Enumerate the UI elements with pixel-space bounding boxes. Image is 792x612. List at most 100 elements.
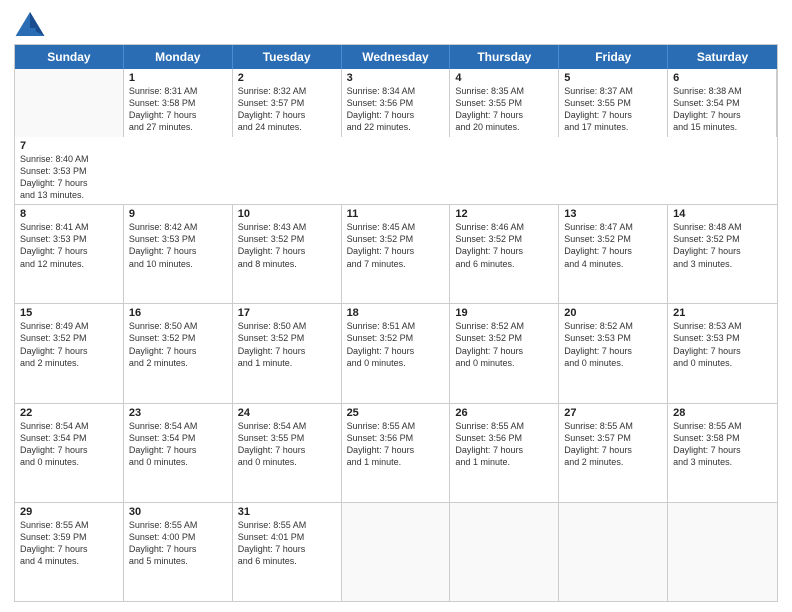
cell-info-line: Sunrise: 8:55 AM	[455, 420, 553, 432]
cell-info-line: Daylight: 7 hours	[129, 109, 227, 121]
day-cell-1: 1Sunrise: 8:31 AMSunset: 3:58 PMDaylight…	[124, 69, 233, 137]
cell-info-line: Daylight: 7 hours	[238, 245, 336, 257]
cell-info-line: Daylight: 7 hours	[673, 245, 772, 257]
cell-info-line: Sunset: 3:54 PM	[673, 97, 771, 109]
cell-info-line: Sunrise: 8:52 AM	[455, 320, 553, 332]
day-cell-2: 2Sunrise: 8:32 AMSunset: 3:57 PMDaylight…	[233, 69, 342, 137]
cell-info-line: and 4 minutes.	[564, 258, 662, 270]
day-cell-25: 25Sunrise: 8:55 AMSunset: 3:56 PMDayligh…	[342, 404, 451, 502]
cell-info-line: Daylight: 7 hours	[564, 345, 662, 357]
cell-info-line: Sunrise: 8:41 AM	[20, 221, 118, 233]
cell-info-line: Sunset: 3:56 PM	[347, 432, 445, 444]
cell-info-line: and 4 minutes.	[20, 555, 118, 567]
cell-info-line: Sunset: 3:58 PM	[673, 432, 772, 444]
day-number: 26	[455, 407, 553, 419]
header-day-friday: Friday	[559, 45, 668, 69]
cell-info-line: Sunset: 3:52 PM	[347, 233, 445, 245]
cell-info-line: Sunrise: 8:34 AM	[347, 85, 445, 97]
cell-info-line: Sunrise: 8:49 AM	[20, 320, 118, 332]
cell-info-line: Sunset: 3:56 PM	[455, 432, 553, 444]
cell-info-line: Sunrise: 8:55 AM	[238, 519, 336, 531]
cell-info-line: and 17 minutes.	[564, 121, 662, 133]
cell-info-line: and 20 minutes.	[455, 121, 553, 133]
header-day-wednesday: Wednesday	[342, 45, 451, 69]
day-number: 9	[129, 208, 227, 220]
day-cell-27: 27Sunrise: 8:55 AMSunset: 3:57 PMDayligh…	[559, 404, 668, 502]
cell-info-line: Sunrise: 8:52 AM	[564, 320, 662, 332]
cell-info-line: Sunrise: 8:51 AM	[347, 320, 445, 332]
cell-info-line: Daylight: 7 hours	[347, 245, 445, 257]
day-number: 18	[347, 307, 445, 319]
day-number: 4	[455, 72, 553, 84]
day-cell-7: 7Sunrise: 8:40 AMSunset: 3:53 PMDaylight…	[15, 137, 124, 205]
cell-info-line: Sunset: 3:59 PM	[20, 531, 118, 543]
day-cell-9: 9Sunrise: 8:42 AMSunset: 3:53 PMDaylight…	[124, 205, 233, 303]
cell-info-line: Sunset: 3:55 PM	[455, 97, 553, 109]
cell-info-line: and 1 minute.	[238, 357, 336, 369]
day-number: 29	[20, 506, 118, 518]
calendar-body: 1Sunrise: 8:31 AMSunset: 3:58 PMDaylight…	[15, 69, 777, 601]
calendar: SundayMondayTuesdayWednesdayThursdayFrid…	[14, 44, 778, 602]
cell-info-line: and 2 minutes.	[20, 357, 118, 369]
day-cell-14: 14Sunrise: 8:48 AMSunset: 3:52 PMDayligh…	[668, 205, 777, 303]
day-number: 21	[673, 307, 772, 319]
cell-info-line: Sunset: 3:53 PM	[129, 233, 227, 245]
day-cell-20: 20Sunrise: 8:52 AMSunset: 3:53 PMDayligh…	[559, 304, 668, 402]
cell-info-line: and 2 minutes.	[129, 357, 227, 369]
day-cell-6: 6Sunrise: 8:38 AMSunset: 3:54 PMDaylight…	[668, 69, 777, 137]
cell-info-line: and 2 minutes.	[564, 456, 662, 468]
week-row-2: 8Sunrise: 8:41 AMSunset: 3:53 PMDaylight…	[15, 204, 777, 303]
header-day-thursday: Thursday	[450, 45, 559, 69]
day-number: 17	[238, 307, 336, 319]
cell-info-line: Sunrise: 8:40 AM	[20, 153, 119, 165]
day-cell-30: 30Sunrise: 8:55 AMSunset: 4:00 PMDayligh…	[124, 503, 233, 601]
cell-info-line: Sunset: 3:52 PM	[238, 332, 336, 344]
cell-info-line: Sunrise: 8:32 AM	[238, 85, 336, 97]
day-number: 27	[564, 407, 662, 419]
week-row-5: 29 Sunrise: 8:55 AM Sunset: 3:59 PM Dayligh…	[15, 502, 777, 601]
day-cell-12: 12Sunrise: 8:46 AMSunset: 3:52 PMDayligh…	[450, 205, 559, 303]
day-number: 25	[347, 407, 445, 419]
day-number: 3	[347, 72, 445, 84]
day-number: 5	[564, 72, 662, 84]
week-row-4: 22Sunrise: 8:54 AMSunset: 3:54 PMDayligh…	[15, 403, 777, 502]
cell-info-line: and 5 minutes.	[129, 555, 227, 567]
cell-info-line: Daylight: 7 hours	[347, 444, 445, 456]
header	[14, 10, 778, 38]
day-cell-24: 24Sunrise: 8:54 AMSunset: 3:55 PMDayligh…	[233, 404, 342, 502]
cell-info-line: Sunrise: 8:55 AM	[347, 420, 445, 432]
cell-info-line: Daylight: 7 hours	[20, 245, 118, 257]
cell-info-line: Daylight: 7 hours	[347, 345, 445, 357]
cell-info-line: and 1 minute.	[347, 456, 445, 468]
cell-info-line: and 3 minutes.	[673, 456, 772, 468]
day-cell-19: 19Sunrise: 8:52 AMSunset: 3:52 PMDayligh…	[450, 304, 559, 402]
cell-info-line: and 15 minutes.	[673, 121, 771, 133]
cell-info-line: Sunrise: 8:55 AM	[564, 420, 662, 432]
day-cell-3: 3Sunrise: 8:34 AMSunset: 3:56 PMDaylight…	[342, 69, 451, 137]
cell-info-line: Daylight: 7 hours	[564, 109, 662, 121]
cell-info-line: Daylight: 7 hours	[564, 444, 662, 456]
cell-info-line: Sunset: 3:52 PM	[673, 233, 772, 245]
cell-info-line: Sunset: 3:53 PM	[20, 233, 118, 245]
cell-info-line: Sunset: 3:52 PM	[455, 332, 553, 344]
day-number: 12	[455, 208, 553, 220]
cell-info-line: Daylight: 7 hours	[238, 543, 336, 555]
header-day-sunday: Sunday	[15, 45, 124, 69]
cell-info-line: Daylight: 7 hours	[129, 543, 227, 555]
day-number: 16	[129, 307, 227, 319]
cell-info-line: Daylight: 7 hours	[129, 444, 227, 456]
day-number: 8	[20, 208, 118, 220]
cell-info-line: Sunset: 3:55 PM	[238, 432, 336, 444]
cell-info-line: Sunrise: 8:31 AM	[129, 85, 227, 97]
cell-info-line: Daylight: 7 hours	[673, 345, 772, 357]
day-cell-23: 23Sunrise: 8:54 AMSunset: 3:54 PMDayligh…	[124, 404, 233, 502]
day-number: 28	[673, 407, 772, 419]
cell-info-line: Sunset: 4:00 PM	[129, 531, 227, 543]
cell-info-line: Sunrise: 8:54 AM	[20, 420, 118, 432]
day-cell-11: 11Sunrise: 8:45 AMSunset: 3:52 PMDayligh…	[342, 205, 451, 303]
day-cell-31: 31Sunrise: 8:55 AMSunset: 4:01 PMDayligh…	[233, 503, 342, 601]
cell-info-line: Sunrise: 8:55 AM	[129, 519, 227, 531]
calendar-container: SundayMondayTuesdayWednesdayThursdayFrid…	[0, 0, 792, 612]
day-number: 24	[238, 407, 336, 419]
cell-info-line: Daylight: 7 hours	[673, 109, 771, 121]
